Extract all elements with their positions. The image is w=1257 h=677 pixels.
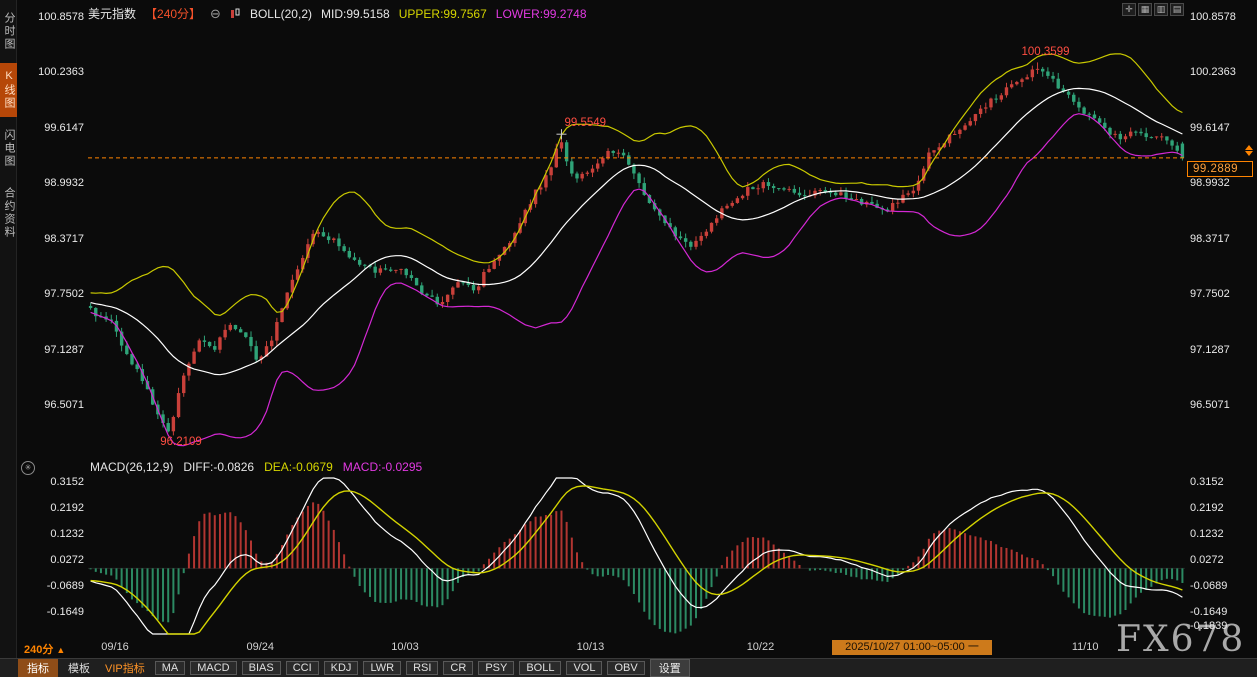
macd-axis-label-left: -0.0689: [46, 580, 84, 592]
date-highlight-badge: 2025/10/27 01:00~05:00 一: [832, 640, 992, 655]
indicator-bias-button[interactable]: BIAS: [241, 661, 281, 675]
sidebar-tab-3[interactable]: 闪电图: [0, 122, 17, 175]
macd-axis-label-left: 0.0272: [50, 553, 84, 566]
boll-label: BOLL(20,2): [249, 6, 312, 21]
price-axis-label-right: 97.1287: [1190, 343, 1230, 356]
price-axis-label-right: 100.8578: [1190, 11, 1236, 23]
period-tag[interactable]: 【240分】: [145, 5, 201, 22]
current-price-label: 99.2889: [1187, 160, 1253, 177]
price-axis-label-left: 98.9932: [44, 177, 84, 190]
date-label: 10/22: [746, 641, 775, 653]
macd-axis-label-right: -0.1649: [1190, 606, 1228, 618]
macd-macd-value: MACD:-0.0295: [342, 460, 423, 474]
sidebar: 分时图 K线图闪电图合约资料: [0, 0, 17, 658]
price-axis-label-left: 98.3717: [44, 232, 84, 245]
indicator-rsi-button[interactable]: RSI: [406, 661, 439, 675]
collapse-icon[interactable]: ⊖: [210, 6, 221, 22]
crosshair-icon[interactable]: ✛: [1122, 3, 1136, 16]
chart-header: 美元指数 【240分】 ⊖ BOLL(20,2) MID:99.5158 UPP…: [88, 5, 587, 22]
date-label: 09/16: [101, 641, 129, 653]
macd-axis-label-right: -0.1839: [1190, 620, 1228, 632]
macd-axis-label-right: 0.0272: [1190, 553, 1224, 566]
macd-axis-label-right: 0.1232: [1190, 527, 1224, 540]
settings-button[interactable]: 设置: [649, 659, 690, 677]
indicator-kdj-button[interactable]: KDJ: [323, 661, 359, 675]
price-axis-label-right: 96.5071: [1190, 399, 1230, 411]
price-axis-label-right: 98.3717: [1190, 232, 1230, 245]
price-axis-label-left: 97.1287: [44, 343, 84, 356]
boll-upper-value: UPPER:99.7567: [398, 6, 487, 21]
indicator-obv-button[interactable]: OBV: [607, 661, 645, 675]
price-axis-label-left: 99.6147: [44, 121, 84, 134]
period-indicator[interactable]: 240分 ▲: [24, 641, 65, 657]
indicator-ma-button[interactable]: MA: [154, 661, 186, 675]
macd-axis-label-right: 0.3152: [1190, 476, 1224, 488]
templates-button[interactable]: 模板: [63, 659, 95, 677]
price-axis-label-left: 96.5071: [44, 399, 84, 411]
bar-panel-icon[interactable]: ▥: [1154, 3, 1168, 16]
macd-diff-value: DIFF:-0.0826: [183, 460, 255, 474]
symbol-name: 美元指数: [88, 7, 137, 21]
indicator-psy-button[interactable]: PSY: [478, 661, 515, 675]
window-icons: ✛ ▦ ▥ ▤: [1122, 3, 1184, 16]
indicator-macd-button[interactable]: MACD: [190, 661, 237, 675]
scroll-down-icon[interactable]: [1245, 150, 1253, 156]
price-axis-label-right: 97.7502: [1190, 288, 1230, 301]
vip-indicators-button[interactable]: VIP指标: [100, 659, 150, 677]
macd-axis-label-left: -0.1649: [46, 606, 84, 618]
period-arrow-icon: ▲: [56, 645, 66, 655]
app-root: 分时图 K线图闪电图合约资料 美元指数 【240分】 ⊖ BOLL(20,2) M…: [0, 0, 1257, 677]
macd-header: MACD(26,12,9) DIFF:-0.0826 DEA:-0.0679 M…: [90, 460, 422, 474]
macd-axis-label-left: 0.2192: [50, 501, 84, 514]
macd-axis-label-left: 0.1232: [50, 527, 84, 540]
sidebar-tab-4[interactable]: 合约资料: [0, 180, 17, 246]
macd-axis-label-right: -0.0689: [1190, 580, 1228, 592]
price-axis-label-left: 100.2363: [38, 66, 84, 79]
boll-mid-value: MID:99.5158: [321, 6, 390, 21]
indicator-lwr-button[interactable]: LWR: [363, 661, 402, 675]
chart-canvas[interactable]: [0, 0, 1257, 677]
swing-low-annotation: 96.2109: [160, 436, 202, 449]
date-label: 11/10: [1071, 641, 1099, 653]
layout-icon[interactable]: ▤: [1170, 3, 1184, 16]
macd-axis-label-left: 0.3152: [50, 476, 84, 488]
macd-axis-label-right: 0.2192: [1190, 501, 1224, 514]
indicator-toolbar: 指标 模板 VIP指标 MA MACD BIAS CCI KDJ LWR RSI CR PSY BOLL…: [0, 658, 1257, 677]
price-axis-label-left: 97.7502: [44, 288, 84, 301]
indicator-boll-button[interactable]: BOLL: [519, 661, 562, 675]
price-axis-label-left: 100.8578: [38, 11, 84, 23]
boll-lower-value: LOWER:99.2748: [495, 6, 587, 21]
macd-title: MACD(26,12,9): [90, 460, 174, 474]
date-label: 09/24: [246, 641, 274, 653]
indicators-button[interactable]: 指标: [18, 659, 58, 677]
indicator-cci-button[interactable]: CCI: [285, 661, 319, 675]
macd-dea-value: DEA:-0.0679: [264, 460, 333, 474]
sidebar-tab-2[interactable]: K线图: [0, 63, 17, 117]
peak-high-annotation: 100.3599: [1021, 46, 1070, 59]
macd-settings-icon[interactable]: ✳: [21, 461, 35, 475]
sidebar-tab-1[interactable]: 分时图: [0, 5, 17, 58]
price-axis-label-right: 98.9932: [1190, 177, 1230, 190]
grid-chart-icon[interactable]: ▦: [1138, 3, 1152, 16]
indicator-flag-icon: [230, 8, 241, 19]
indicator-vol-button[interactable]: VOL: [566, 661, 603, 675]
scroll-up-icon[interactable]: [1245, 144, 1253, 150]
swing-high-annotation: 99.5549: [564, 117, 607, 130]
price-axis-label-right: 99.6147: [1190, 121, 1230, 134]
date-label: 10/03: [391, 641, 419, 653]
price-axis-label-right: 100.2363: [1190, 66, 1236, 79]
indicator-cr-button[interactable]: CR: [443, 661, 474, 675]
date-label: 10/13: [576, 641, 605, 653]
period-label: 240分: [24, 644, 54, 656]
price-scroll-arrows[interactable]: [1245, 144, 1253, 157]
